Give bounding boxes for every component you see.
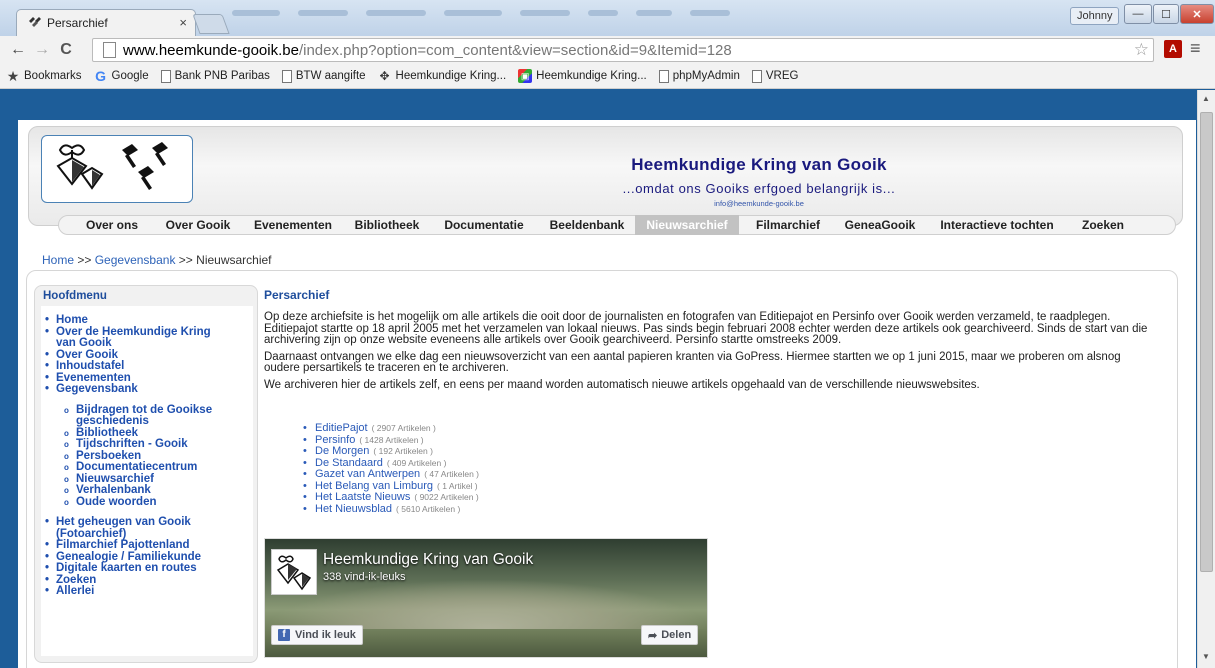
blurred-bookmark-strip [232, 10, 730, 16]
url-path: /index.php?option=com_content&view=secti… [298, 41, 732, 59]
nav-bibliotheek[interactable]: Bibliotheek [345, 215, 429, 235]
bookmark-star-icon[interactable]: ☆ [1134, 40, 1149, 60]
nav-nieuwsarchief[interactable]: Nieuwsarchief [635, 215, 739, 235]
bookmark-item[interactable]: ★ Bookmarks [6, 67, 82, 84]
breadcrumb-gegevensbank[interactable]: Gegevensbank [95, 253, 176, 267]
pdf-extension-icon[interactable]: A [1164, 40, 1182, 58]
heraldic-logo-icon [276, 555, 312, 591]
nav-beeldenbank[interactable]: Beeldenbank [539, 215, 635, 235]
new-tab-button[interactable] [192, 14, 230, 34]
google-icon: G [95, 68, 106, 84]
minimize-button[interactable]: — [1124, 4, 1152, 24]
nav-evenementen[interactable]: Evenementen [241, 215, 345, 235]
window-titlebar: Persarchief × Johnny — ☐ ✕ [0, 0, 1215, 36]
news-source-list: EditiePajot( 2907 Artikelen ) Persinfo( … [300, 422, 479, 516]
bookmarks-bar: ★ Bookmarks G Google Bank PNB Paribas BTW … [0, 64, 1215, 89]
sidebar-list-container: Home Over de Heemkundige Kring van Gooik… [41, 306, 253, 656]
sidebar-subitem-documentatiecentrum[interactable]: Documentatiecentrum [41, 461, 253, 474]
reload-icon[interactable]: C [54, 38, 78, 62]
sidebar-item-home[interactable]: Home [41, 314, 253, 327]
scrollbar-thumb[interactable] [1200, 112, 1213, 572]
tab-title: Persarchief [47, 16, 108, 30]
facebook-share-button[interactable]: ➦ Delen [641, 625, 699, 645]
facebook-page-name[interactable]: Heemkundige Kring van Gooik [323, 551, 533, 569]
close-tab-icon[interactable]: × [179, 15, 187, 30]
landscape-cover-image [265, 579, 707, 629]
site-header: Heemkundige Kring van Gooik ...omdat ons… [28, 126, 1183, 226]
sidebar-subitem-bijdragen[interactable]: Bijdragen tot de Gooikse geschiedenis [41, 404, 221, 428]
facebook-page-widget[interactable]: Heemkundige Kring van Gooik 338 vind-ik-… [264, 538, 708, 658]
hk-logo-icon: ✥ [379, 69, 390, 83]
sidebar-subitem-oude-woorden[interactable]: Oude woorden [41, 496, 253, 509]
nav-filmarchief[interactable]: Filmarchief [739, 215, 837, 235]
sidebar-item-over-de-kring[interactable]: Over de Heemkundige Kring van Gooik [41, 326, 231, 350]
breadcrumb-home[interactable]: Home [42, 253, 74, 267]
sidebar-item-inhoudstafel[interactable]: Inhoudstafel [41, 360, 253, 373]
close-window-button[interactable]: ✕ [1180, 4, 1214, 24]
forward-arrow-icon[interactable]: → [30, 38, 54, 62]
browser-tab[interactable]: Persarchief × [16, 9, 196, 36]
bookmark-item[interactable]: BTW aangifte [281, 69, 366, 83]
page-scrollbar[interactable]: ▲ ▼ [1197, 90, 1215, 668]
sidebar-subitem-tijdschriften[interactable]: Tijdschriften - Gooik [41, 438, 253, 451]
share-arrow-icon: ➦ [648, 629, 658, 642]
facebook-icon: f [278, 629, 290, 641]
page-icon [160, 69, 171, 83]
nav-over-ons[interactable]: Over ons [69, 215, 155, 235]
sidebar-item-filmarchief[interactable]: Filmarchief Pajottenland [41, 539, 253, 552]
colorful-icon: ▣ [518, 69, 533, 83]
site-email[interactable]: info@heemkunde-gooik.be [589, 199, 929, 208]
site-title: Heemkundige Kring van Gooik [631, 155, 887, 174]
breadcrumb-current: Nieuwsarchief [196, 253, 272, 267]
back-arrow-icon[interactable]: ← [6, 38, 30, 62]
sidebar-item-fotoarchief[interactable]: Het geheugen van Gooik (Fotoarchief) [41, 516, 221, 540]
sidebar-subitem-verhalenbank[interactable]: Verhalenbank [41, 484, 253, 497]
bookmark-item[interactable]: phpMyAdmin [658, 69, 740, 83]
nav-over-gooik[interactable]: Over Gooik [155, 215, 241, 235]
nav-interactieve-tochten[interactable]: Interactieve tochten [923, 215, 1071, 235]
facebook-like-button[interactable]: f Vind ik leuk [271, 625, 363, 645]
sidebar-title: Hoofdmenu [43, 290, 107, 302]
page-icon [281, 69, 292, 83]
bookmark-item[interactable]: Bank PNB Paribas [160, 69, 270, 83]
page-icon [658, 69, 669, 83]
list-item[interactable]: Het Nieuwsblad( 5610 Artikelen ) [300, 503, 479, 516]
bookmark-item[interactable]: G Google [94, 68, 149, 84]
bookmark-item[interactable]: VREG [751, 69, 798, 83]
web-page: Heemkundige Kring van Gooik ...omdat ons… [0, 90, 1197, 668]
page-icon [751, 69, 762, 83]
bookmark-item[interactable]: ▣ Heemkundige Kring... [518, 69, 647, 83]
sidebar-item-allerlei[interactable]: Allerlei [41, 585, 253, 598]
maximize-button[interactable]: ☐ [1153, 4, 1179, 24]
scroll-down-arrow-icon[interactable]: ▼ [1202, 652, 1210, 661]
browser-menu-icon[interactable]: ≡ [1190, 38, 1201, 59]
star-icon: ★ [6, 67, 20, 84]
page-icon [103, 42, 116, 58]
nav-documentatie[interactable]: Documentatie [429, 215, 539, 235]
facebook-like-count: 338 vind-ik-leuks [323, 571, 406, 583]
hk-logo-icon [29, 17, 41, 27]
site-logo[interactable] [41, 135, 193, 203]
scroll-up-arrow-icon[interactable]: ▲ [1202, 94, 1210, 103]
address-bar[interactable]: www.heemkunde-gooik.be/index.php?option=… [92, 38, 1154, 62]
sidebar-item-kaarten[interactable]: Digitale kaarten en routes [41, 562, 253, 575]
sidebar-menu: Hoofdmenu Home Over de Heemkundige Kring… [34, 285, 258, 663]
article-paragraph: Daarnaast ontvangen we elke dag een nieu… [264, 350, 1121, 374]
sidebar-item-gegevensbank[interactable]: Gegevensbank [41, 383, 253, 396]
article: Persarchief Op deze archiefsite is het m… [264, 288, 1152, 396]
url-host: www.heemkunde-gooik.be [123, 41, 299, 59]
heraldic-logo-icon [56, 142, 168, 190]
nav-geneagooik[interactable]: GeneaGooik [837, 215, 923, 235]
article-paragraph: Op deze archiefsite is het mogelijk om a… [264, 311, 1148, 346]
main-navigation: Over ons Over Gooik Evenementen Biblioth… [58, 215, 1176, 235]
user-profile-badge[interactable]: Johnny [1070, 7, 1120, 25]
article-paragraph: We archiveren hier de artikels zelf, en … [264, 378, 980, 391]
facebook-page-avatar[interactable] [271, 549, 317, 595]
nav-zoeken[interactable]: Zoeken [1071, 215, 1135, 235]
bookmark-item[interactable]: ✥ Heemkundige Kring... [378, 69, 507, 83]
breadcrumb: Home >> Gegevensbank >> Nieuwsarchief [42, 253, 272, 267]
article-title: Persarchief [264, 288, 330, 302]
site-slogan: ...omdat ons Gooiks erfgoed belangrijk i… [622, 181, 896, 196]
browser-toolbar: ← → C www.heemkunde-gooik.be/index.php?o… [0, 36, 1215, 64]
